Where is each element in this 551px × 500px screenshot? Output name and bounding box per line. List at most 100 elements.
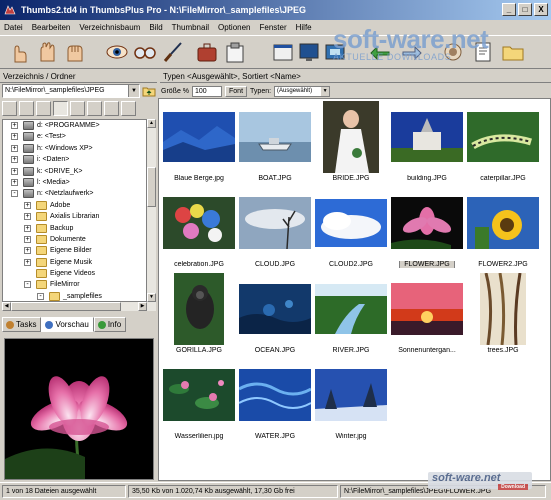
tree-row[interactable]: + Eigene Musik: [3, 257, 146, 268]
tree-row[interactable]: - FileMirror: [3, 279, 146, 290]
expand-icon[interactable]: +: [11, 178, 18, 186]
clipboard-icon[interactable]: [222, 39, 248, 65]
close-button[interactable]: X: [534, 3, 548, 16]
thumbnail-image[interactable]: [237, 187, 313, 259]
folder-open-icon[interactable]: [500, 39, 526, 65]
expand-icon[interactable]: +: [11, 144, 18, 152]
glasses-icon[interactable]: [132, 39, 158, 65]
thumbnail-item[interactable]: Blaue Berge.jpg: [161, 101, 237, 187]
pointer-hand-icon[interactable]: [6, 39, 32, 65]
thumbnail-image[interactable]: [237, 101, 313, 173]
thumbnail-item[interactable]: building.JPG: [389, 101, 465, 187]
menu-datei[interactable]: Datei: [4, 23, 23, 32]
thumbnail-image[interactable]: [465, 187, 541, 259]
thumbnail-image[interactable]: [389, 273, 465, 345]
tree-row[interactable]: + l: <Media>: [3, 177, 146, 188]
thumbnail-image[interactable]: [161, 101, 237, 173]
thumbnail-image[interactable]: [161, 359, 237, 431]
thumbnail-item[interactable]: GORILLA.JPG: [161, 273, 237, 359]
font-button[interactable]: Font: [225, 86, 248, 97]
tree-tool-tree-icon[interactable]: [53, 101, 68, 116]
thumbnail-item[interactable]: WATER.JPG: [237, 359, 313, 445]
thumbnail-image[interactable]: [465, 101, 541, 173]
expand-icon[interactable]: +: [24, 213, 31, 221]
tree-row[interactable]: + d: <PROGRAMME>: [3, 120, 146, 131]
expand-icon[interactable]: +: [11, 167, 18, 175]
tab-vorschau[interactable]: Vorschau: [41, 317, 94, 332]
thumbnail-image[interactable]: [313, 359, 389, 431]
tree-horizontal-scrollbar[interactable]: ◀ ▶: [2, 302, 156, 311]
thumbnail-image[interactable]: [161, 187, 237, 259]
thumbnail-item[interactable]: trees.JPG: [465, 273, 541, 359]
collapse-icon[interactable]: -: [37, 292, 44, 300]
suitcase-icon[interactable]: [194, 39, 220, 65]
folder-up-icon[interactable]: [142, 84, 156, 98]
expand-icon[interactable]: +: [24, 247, 31, 255]
scroll-down-icon[interactable]: ▼: [147, 293, 156, 302]
tree-tool-list-icon[interactable]: [70, 101, 85, 116]
tree-row[interactable]: + e: <Test>: [3, 131, 146, 142]
thumbnail-image[interactable]: [161, 273, 237, 345]
tree-row[interactable]: - n: <Netzlaufwerk>: [3, 188, 146, 199]
thumbnail-image[interactable]: [313, 273, 389, 345]
grab-hand-icon[interactable]: [62, 39, 88, 65]
menu-thumbnail[interactable]: Thumbnail: [172, 23, 209, 32]
thumbnail-grid[interactable]: Blaue Berge.jpg BOAT.JPG BRIDE.JPG building…: [158, 98, 551, 481]
minimize-button[interactable]: _: [502, 3, 516, 16]
thumbnail-image[interactable]: [313, 187, 389, 259]
scroll-left-icon[interactable]: ◀: [2, 302, 11, 311]
thumbnail-item[interactable]: celebration.JPG: [161, 187, 237, 273]
tree-tool-tag-icon[interactable]: [121, 101, 136, 116]
tree-row[interactable]: + Adobe: [3, 200, 146, 211]
tree-vertical-scrollbar[interactable]: ▲ ▼: [147, 119, 156, 302]
expand-icon[interactable]: +: [24, 258, 31, 266]
tree-tool-open-folder-icon[interactable]: [19, 101, 34, 116]
thumbnail-item[interactable]: BRIDE.JPG: [313, 101, 389, 187]
monitor-icon[interactable]: [296, 39, 322, 65]
thumbnail-item[interactable]: FLOWER2.JPG: [465, 187, 541, 273]
scroll-thumb[interactable]: [147, 167, 156, 207]
tree-tool-details-icon[interactable]: [104, 101, 119, 116]
menu-hilfe[interactable]: Hilfe: [296, 23, 312, 32]
menu-fenster[interactable]: Fenster: [259, 23, 286, 32]
thumbnail-image[interactable]: [313, 101, 389, 173]
tree-tool-grid-icon[interactable]: [87, 101, 102, 116]
menu-bild[interactable]: Bild: [149, 23, 162, 32]
app-icon[interactable]: [3, 3, 17, 17]
menu-optionen[interactable]: Optionen: [218, 23, 250, 32]
expand-icon[interactable]: +: [11, 156, 18, 164]
expand-icon[interactable]: +: [11, 122, 18, 129]
tree-row[interactable]: + k: <DRIVE_K>: [3, 166, 146, 177]
tab-tasks[interactable]: Tasks: [2, 317, 42, 332]
thumbnail-image[interactable]: [237, 359, 313, 431]
menu-bearbeiten[interactable]: Bearbeiten: [32, 23, 71, 32]
chevron-down-icon[interactable]: ▼: [321, 87, 330, 96]
thumbnail-item[interactable]: Sonnenuntergan...: [389, 273, 465, 359]
scroll-thumb-horizontal[interactable]: [11, 302, 121, 311]
thumbnail-item[interactable]: CLOUD.JPG: [237, 187, 313, 273]
tree-row[interactable]: Eigene Videos: [3, 268, 146, 279]
thumbnail-image[interactable]: [389, 101, 465, 173]
collapse-icon[interactable]: -: [24, 281, 31, 289]
folder-tree[interactable]: + d: <PROGRAMME> + e: <Test> + h: <Windows XP…: [2, 119, 147, 302]
thumbnail-image[interactable]: [389, 187, 465, 259]
tree-row[interactable]: + i: <Daten>: [3, 154, 146, 165]
thumbnail-item[interactable]: caterpillar.JPG: [465, 101, 541, 187]
scroll-right-icon[interactable]: ▶: [138, 302, 147, 311]
eye-icon[interactable]: [104, 39, 130, 65]
brush-icon[interactable]: [160, 39, 186, 65]
thumbnail-item[interactable]: Winter.jpg: [313, 359, 389, 445]
expand-icon[interactable]: +: [11, 133, 18, 141]
tree-row[interactable]: + h: <Windows XP>: [3, 143, 146, 154]
thumbnail-image[interactable]: [465, 273, 541, 345]
tree-tool-new-folder-icon[interactable]: [2, 101, 17, 116]
thumbnail-item[interactable]: OCEAN.JPG: [237, 273, 313, 359]
tree-row[interactable]: + Dokumente: [3, 234, 146, 245]
thumbnail-item[interactable]: Wasserlilien.jpg: [161, 359, 237, 445]
tree-row[interactable]: - _samplefiles: [3, 291, 146, 301]
thumbnail-image[interactable]: [237, 273, 313, 345]
thumbnail-item[interactable]: RIVER.JPG: [313, 273, 389, 359]
thumbnail-item[interactable]: BOAT.JPG: [237, 101, 313, 187]
types-select[interactable]: (Ausgewählt) ▼: [274, 86, 331, 97]
tree-row[interactable]: + Backup: [3, 223, 146, 234]
